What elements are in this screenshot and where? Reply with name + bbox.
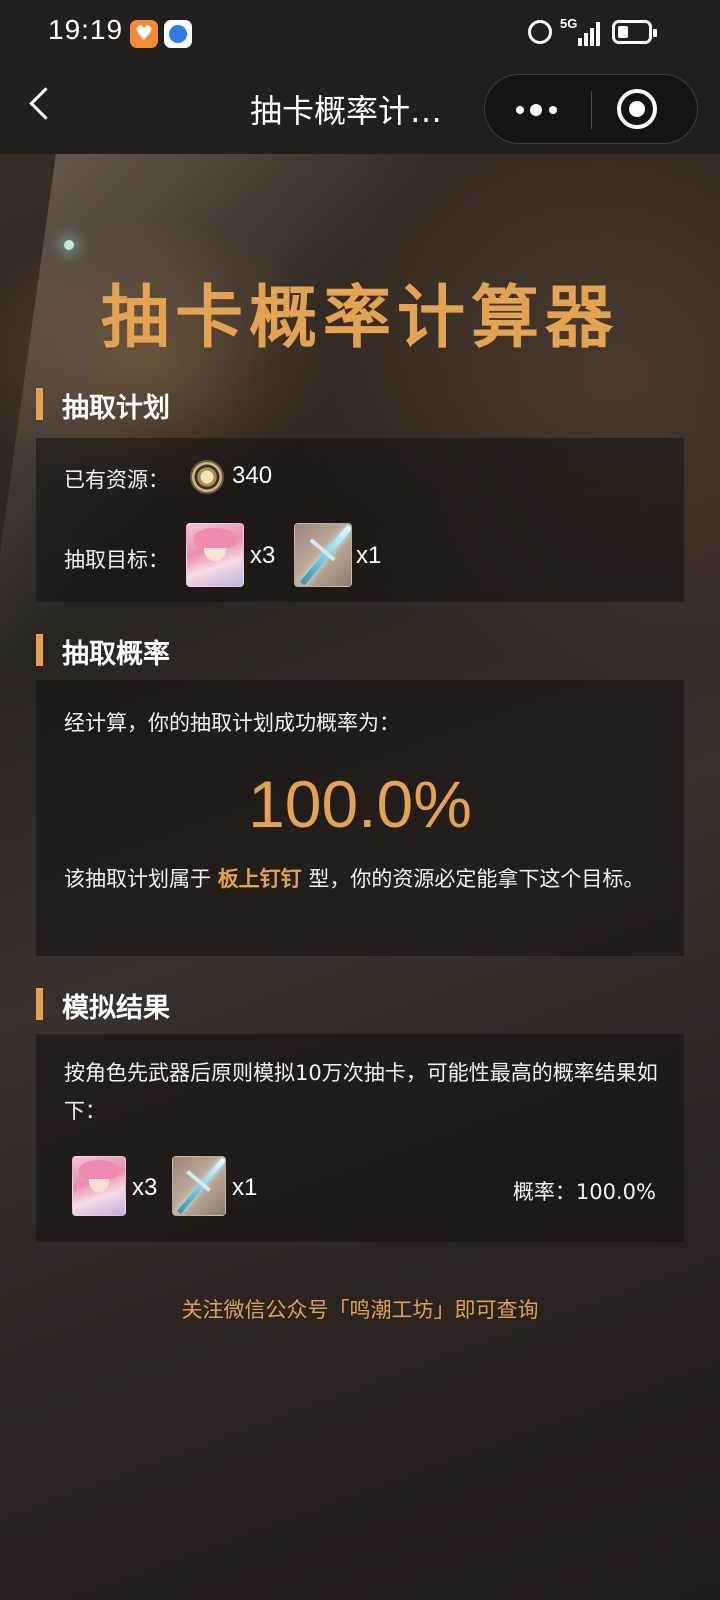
weapon-thumbnail (294, 523, 352, 587)
capsule-divider (591, 91, 592, 129)
result-weapon-count: x1 (232, 1174, 258, 1201)
page-title: 抽卡概率计算器 (100, 279, 619, 358)
status-bar: 19:19 5G (0, 0, 720, 68)
plan-heading-text: 抽取计划 (62, 393, 170, 424)
heading-accent-bar (36, 634, 43, 666)
sparkle (64, 240, 74, 250)
target-weapon-count: x1 (356, 542, 382, 569)
verdict-type: 板上钉钉 (217, 867, 302, 891)
result-probability: 概率：100.0% (512, 1180, 656, 1204)
status-time: 19:19 (48, 14, 124, 45)
simulation-description: 按角色先武器后原则模拟10万次抽卡，可能性最高的概率结果如下： (64, 1061, 658, 1123)
heading-accent-bar (36, 988, 43, 1020)
target-label: 抽取目标： (64, 548, 169, 572)
mini-program-capsule (484, 74, 698, 144)
result-character-count: x3 (132, 1174, 158, 1201)
coin-icon (190, 460, 224, 494)
simulation-heading-text: 模拟结果 (62, 993, 170, 1024)
probability-card: 经计算，你的抽取计划成功概率为： 100.0% 该抽取计划属于 板上钉钉 型，你… (36, 680, 684, 956)
heading-accent-bar (36, 388, 43, 420)
plan-card: 已有资源： 340 抽取目标： x3 x1 (36, 438, 684, 602)
battery-icon (612, 20, 657, 44)
verdict-suffix: 型，你的资源必定能拿下这个目标。 (301, 867, 645, 891)
nav-bar: 抽卡概率计… (0, 68, 720, 154)
simulation-card: 按角色先武器后原则模拟10万次抽卡，可能性最高的概率结果如下： x3 x1 概率… (36, 1034, 684, 1242)
nav-title: 抽卡概率计… (250, 92, 443, 130)
probability-heading-text: 抽取概率 (62, 639, 170, 670)
character-thumbnail (186, 523, 244, 587)
footer-note[interactable]: 关注微信公众号「鸣潮工坊」即可查询 (0, 1294, 720, 1324)
probability-intro: 经计算，你的抽取计划成功概率为： (64, 711, 400, 735)
back-chevron-icon[interactable] (29, 87, 62, 120)
verdict-prefix: 该抽取计划属于 (64, 867, 218, 891)
close-target-icon[interactable] (617, 89, 657, 129)
probability-value: 100.0% (248, 767, 472, 841)
alarm-icon (528, 20, 552, 44)
probability-verdict: 该抽取计划属于 板上钉钉 型，你的资源必定能拿下这个目标。 (64, 860, 658, 898)
target-character-count: x3 (250, 542, 276, 569)
character-thumbnail (72, 1156, 126, 1216)
planet-app-icon (164, 20, 192, 48)
heart-app-icon (130, 20, 158, 48)
weapon-thumbnail (172, 1156, 226, 1216)
signal-icon (572, 20, 602, 46)
more-dots-icon[interactable] (513, 95, 563, 123)
resource-value: 340 (232, 462, 273, 489)
resource-label: 已有资源： (64, 468, 169, 492)
